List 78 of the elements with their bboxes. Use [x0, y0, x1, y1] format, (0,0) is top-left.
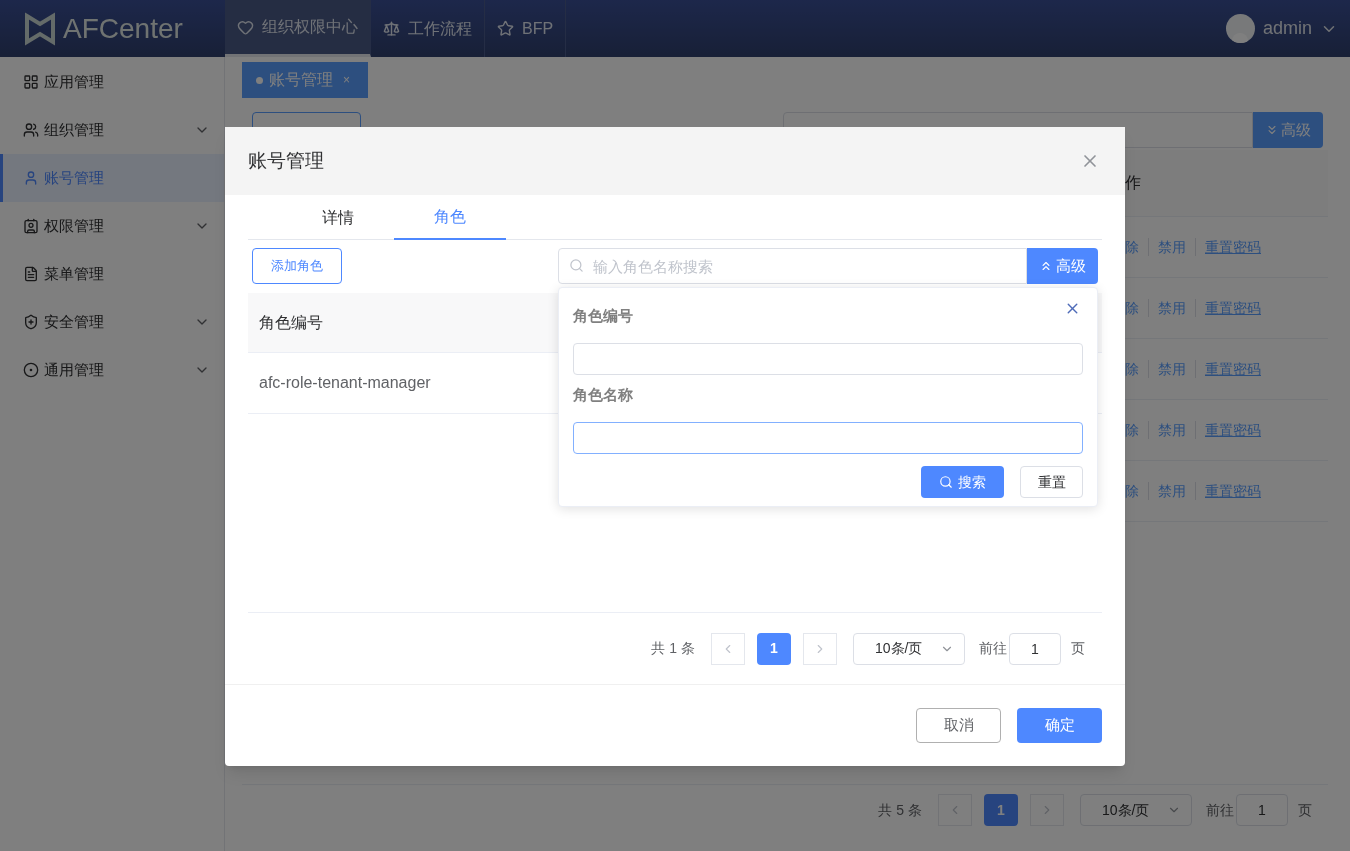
- next-page-button[interactable]: [1030, 794, 1064, 826]
- action-link[interactable]: 除: [1125, 480, 1139, 502]
- sidebar-item[interactable]: 组织管理: [0, 106, 224, 154]
- action-link[interactable]: 禁用: [1158, 297, 1186, 319]
- page-tab[interactable]: 账号管理 ×: [242, 62, 368, 98]
- heart-icon: [237, 18, 254, 36]
- user-name[interactable]: admin: [1262, 15, 1312, 42]
- total-count: 共 5 条: [878, 800, 922, 820]
- action-link[interactable]: 重置密码: [1205, 419, 1261, 441]
- advanced-button[interactable]: 高级: [1027, 248, 1098, 284]
- nav-tab[interactable]: BFP: [485, 0, 567, 57]
- search-icon: [939, 475, 953, 489]
- sidebar-item[interactable]: 菜单管理: [0, 250, 224, 298]
- text-field[interactable]: [573, 422, 1083, 454]
- sidebar-item[interactable]: 安全管理: [0, 298, 224, 346]
- page-button[interactable]: 1: [757, 632, 791, 665]
- dialog-tab[interactable]: 角色: [394, 195, 506, 240]
- goto-field[interactable]: 1: [1009, 632, 1061, 665]
- page-unit-label: 页: [1071, 639, 1085, 658]
- nav-tab[interactable]: 工作流程: [371, 0, 485, 57]
- field-label: 角色名称: [573, 385, 633, 405]
- page-size-select[interactable]: 10条/页: [1080, 794, 1192, 826]
- column-header: 作: [1125, 173, 1142, 193]
- action-link[interactable]: 禁用: [1158, 419, 1186, 441]
- sidebar-item[interactable]: 通用管理: [0, 346, 224, 394]
- app-logo-text: AFCenter: [63, 11, 183, 46]
- total-count: 共 1 条: [651, 639, 695, 658]
- action-link[interactable]: 重置密码: [1205, 297, 1261, 319]
- action-link[interactable]: 除: [1125, 419, 1139, 441]
- column-header: 角色编号: [259, 312, 323, 333]
- double-chevron-up-icon: [1039, 259, 1053, 273]
- action-link[interactable]: 除: [1125, 236, 1139, 258]
- page-button[interactable]: 1: [984, 794, 1018, 826]
- user-icon: [23, 170, 39, 186]
- reset-button[interactable]: 重置: [1020, 466, 1083, 498]
- dialog-title: 账号管理: [248, 148, 324, 173]
- goto-field[interactable]: 1: [1236, 794, 1288, 826]
- action-link[interactable]: 除: [1125, 358, 1139, 380]
- star-icon: [497, 20, 514, 37]
- document-icon: [23, 266, 39, 282]
- circle-dot-icon: [23, 362, 39, 378]
- add-role-button[interactable]: 添加角色: [252, 248, 342, 284]
- action-link[interactable]: 重置密码: [1205, 358, 1261, 380]
- users-icon: [23, 122, 39, 138]
- confirm-button[interactable]: 确定: [1017, 708, 1102, 743]
- sidebar-item[interactable]: 权限管理: [0, 202, 224, 250]
- advanced-button[interactable]: 高级: [1253, 112, 1323, 148]
- sidebar-item[interactable]: 账号管理: [0, 154, 224, 202]
- logo-icon: [25, 11, 55, 46]
- action-link[interactable]: 重置密码: [1205, 480, 1261, 502]
- search-icon: [569, 258, 584, 273]
- shield-icon: [23, 314, 39, 330]
- action-link[interactable]: 禁用: [1158, 480, 1186, 502]
- action-link[interactable]: 禁用: [1158, 358, 1186, 380]
- contact-card-icon: [23, 218, 39, 234]
- grid-icon: [23, 74, 39, 90]
- page-unit-label: 页: [1298, 800, 1312, 820]
- prev-page-button[interactable]: [711, 632, 745, 665]
- next-page-button[interactable]: [803, 632, 837, 665]
- field-label: 角色编号: [573, 306, 633, 326]
- table-cell-text: afc-role-tenant-manager: [259, 373, 431, 393]
- search-button[interactable]: 搜索: [921, 466, 1004, 498]
- action-link[interactable]: 除: [1125, 297, 1139, 319]
- avatar-icon[interactable]: [1225, 14, 1255, 43]
- sidebar-item[interactable]: 应用管理: [0, 58, 224, 106]
- tab-close[interactable]: ×: [343, 71, 350, 89]
- prev-page-button[interactable]: [938, 794, 972, 826]
- action-link[interactable]: 禁用: [1158, 236, 1186, 258]
- role-search-field[interactable]: 输入角色名称搜索: [558, 248, 1027, 284]
- dialog-tab[interactable]: 详情: [282, 195, 394, 240]
- action-link[interactable]: 重置密码: [1205, 236, 1261, 258]
- goto-label: 前往: [979, 639, 1007, 658]
- page-size-select[interactable]: 10条/页: [853, 632, 965, 665]
- scale-icon: [383, 20, 400, 37]
- double-chevron-down-icon: [1265, 123, 1279, 137]
- goto-label: 前往: [1206, 800, 1234, 820]
- nav-tab[interactable]: 组织权限中心: [225, 0, 371, 57]
- cancel-button[interactable]: 取消: [916, 708, 1001, 743]
